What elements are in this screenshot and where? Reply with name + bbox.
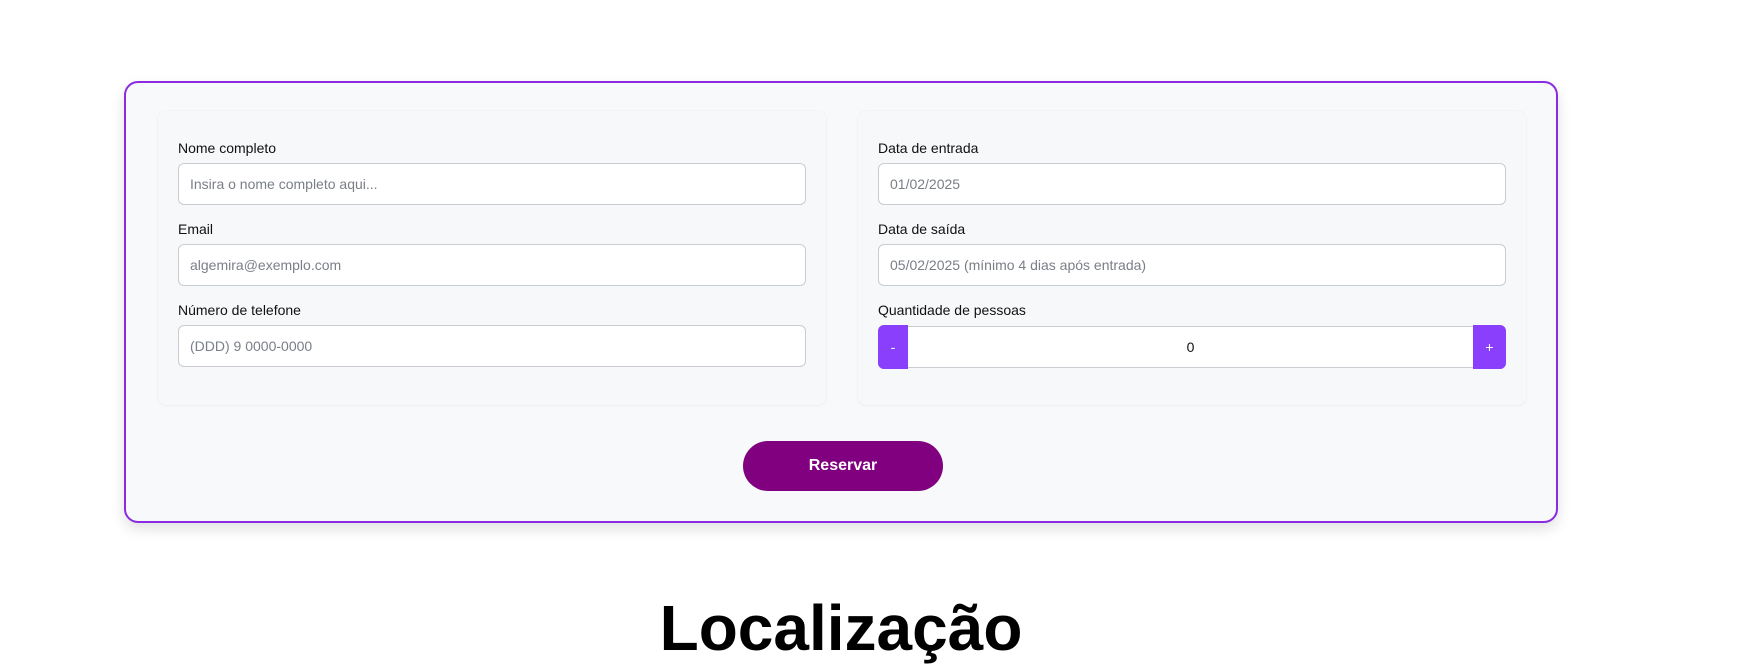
- check-in-date-input[interactable]: [878, 163, 1506, 205]
- stay-info-panel: Data de entrada Data de saída Quantidade…: [858, 111, 1526, 405]
- phone-label: Número de telefone: [178, 302, 301, 318]
- location-section-title: Localização: [659, 592, 1023, 664]
- full-name-input[interactable]: [178, 163, 806, 205]
- check-in-label: Data de entrada: [878, 140, 979, 156]
- phone-input[interactable]: [178, 325, 806, 367]
- guests-count-value[interactable]: 0: [908, 326, 1473, 368]
- reserve-button[interactable]: Reservar: [743, 441, 943, 491]
- full-name-label: Nome completo: [178, 140, 277, 156]
- check-out-date-input[interactable]: [878, 244, 1506, 286]
- email-label: Email: [178, 221, 214, 237]
- email-input[interactable]: [178, 244, 806, 286]
- guests-increment-button[interactable]: +: [1473, 325, 1506, 369]
- guests-decrement-button[interactable]: -: [878, 325, 908, 369]
- personal-info-panel: Nome completo Email Número de telefone: [158, 111, 826, 405]
- booking-form-card: Nome completo Email Número de telefone D…: [124, 81, 1558, 523]
- check-out-label: Data de saída: [878, 221, 966, 237]
- guests-label: Quantidade de pessoas: [878, 302, 1026, 318]
- guests-quantity-stepper: - 0 +: [878, 325, 1506, 369]
